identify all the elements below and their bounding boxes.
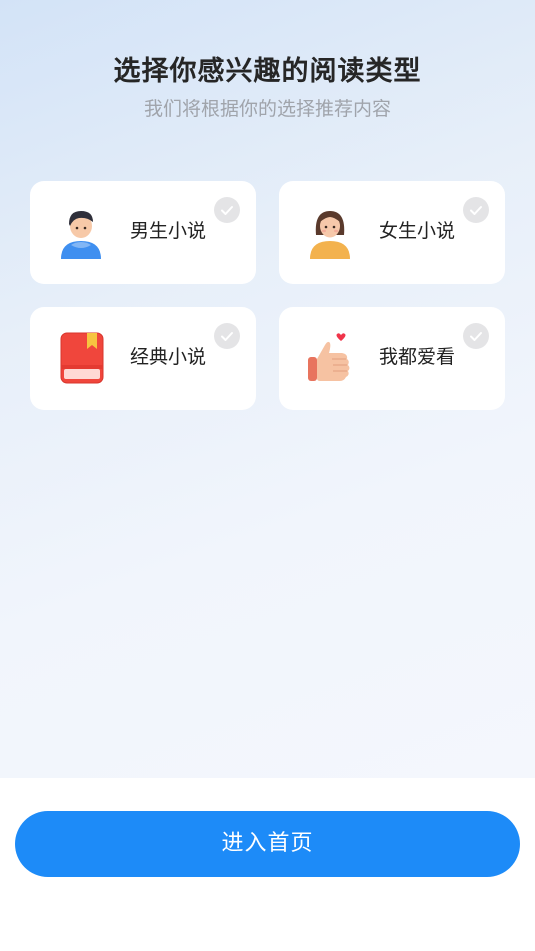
category-label: 经典小说 [130,346,207,368]
check-icon[interactable] [463,323,489,349]
page-title: 选择你感兴趣的阅读类型 [113,56,422,87]
category-label: 女生小说 [379,220,456,242]
enter-home-button[interactable]: 进入首页 [15,811,520,877]
check-icon[interactable] [463,197,489,223]
category-card-female[interactable]: 女生小说 [279,181,505,284]
check-icon[interactable] [214,323,240,349]
category-label: 我都爱看 [379,346,456,368]
category-card-classic[interactable]: 经典小说 [30,307,256,410]
page-subtitle: 我们将根据你的选择推荐内容 [143,98,391,120]
header: 选择你感兴趣的阅读类型 我们将根据你的选择推荐内容 [0,52,535,122]
book-icon [57,331,105,385]
category-card-male[interactable]: 男生小说 [30,181,256,284]
female-avatar-icon [306,205,354,259]
category-label: 男生小说 [130,220,207,242]
check-icon[interactable] [214,197,240,223]
male-avatar-icon [57,205,105,259]
thumbs-up-heart-icon [306,331,354,385]
category-card-all[interactable]: 我都爱看 [279,307,505,410]
